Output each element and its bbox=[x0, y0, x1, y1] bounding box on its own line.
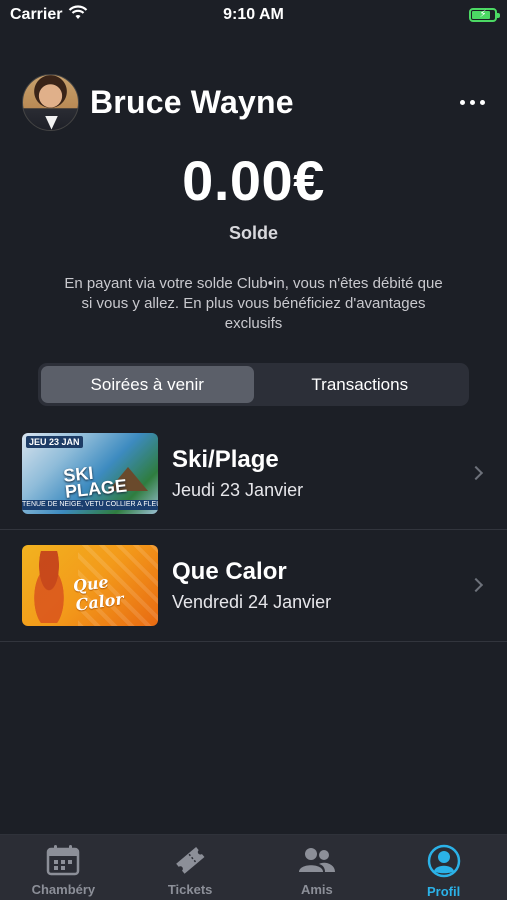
chevron-right-icon bbox=[468, 577, 484, 592]
profile-icon bbox=[427, 844, 461, 878]
segment-upcoming-events[interactable]: Soirées à venir bbox=[41, 366, 254, 403]
tab-friends[interactable]: Amis bbox=[254, 835, 381, 900]
balance-amount: 0.00€ bbox=[182, 149, 325, 212]
event-text: Ski/Plage Jeudi 23 Janvier bbox=[172, 446, 303, 501]
tab-chambery[interactable]: Chambéry bbox=[0, 835, 127, 900]
list-item[interactable]: Que Calor Que Calor Vendredi 24 Janvier bbox=[0, 530, 507, 642]
avatar[interactable] bbox=[22, 73, 79, 131]
event-date: Jeudi 23 Janvier bbox=[172, 480, 304, 500]
event-title: Ski/Plage bbox=[172, 446, 279, 473]
event-list: JEU 23 JAN SKI PLAGE TENUE DE NEIGE, VET… bbox=[0, 418, 507, 642]
event-thumbnail: Que Calor bbox=[22, 545, 158, 626]
profile-header: Bruce Wayne bbox=[22, 73, 485, 131]
tab-label: Profil bbox=[427, 884, 461, 899]
status-bar: Carrier 9:10 AM ⚡ bbox=[0, 0, 507, 30]
thumb-date-label: JEU 23 JAN bbox=[26, 436, 83, 448]
friends-icon bbox=[297, 844, 337, 876]
more-dots-icon bbox=[460, 99, 465, 105]
segmented-control: Soirées à venir Transactions bbox=[38, 363, 469, 406]
segment-transactions[interactable]: Transactions bbox=[254, 366, 467, 403]
ticket-icon bbox=[173, 844, 207, 876]
balance-label: Solde bbox=[228, 223, 278, 243]
status-time: 9:10 AM bbox=[223, 6, 284, 23]
event-thumbnail: JEU 23 JAN SKI PLAGE TENUE DE NEIGE, VET… bbox=[22, 433, 158, 514]
battery-icon: ⚡ bbox=[469, 8, 500, 22]
dancer-figure bbox=[26, 551, 72, 623]
tab-label: Amis bbox=[300, 882, 333, 897]
tab-tickets[interactable]: Tickets bbox=[127, 835, 254, 900]
thumb-title-label: SKI PLAGE bbox=[62, 462, 128, 502]
balance-info-text: En payant via votre solde Club•in, vous … bbox=[64, 275, 443, 332]
calendar-icon bbox=[46, 844, 80, 876]
list-item[interactable]: JEU 23 JAN SKI PLAGE TENUE DE NEIGE, VET… bbox=[0, 418, 507, 530]
profile-name: Bruce Wayne bbox=[90, 83, 294, 120]
tab-profil[interactable]: Profil bbox=[380, 835, 507, 900]
more-options-button[interactable] bbox=[460, 92, 485, 113]
tab-label: Tickets bbox=[167, 882, 213, 897]
tab-bar: Chambéry Tickets Amis Profil bbox=[0, 834, 507, 900]
event-title: Que Calor bbox=[172, 558, 287, 585]
chevron-right-icon bbox=[468, 465, 484, 480]
tab-label: Chambéry bbox=[31, 882, 96, 897]
event-date: Vendredi 24 Janvier bbox=[172, 592, 332, 612]
event-text: Que Calor Vendredi 24 Janvier bbox=[172, 558, 331, 613]
thumb-banner-label: TENUE DE NEIGE, VETU COLLIER A FLEURS bbox=[22, 500, 158, 510]
